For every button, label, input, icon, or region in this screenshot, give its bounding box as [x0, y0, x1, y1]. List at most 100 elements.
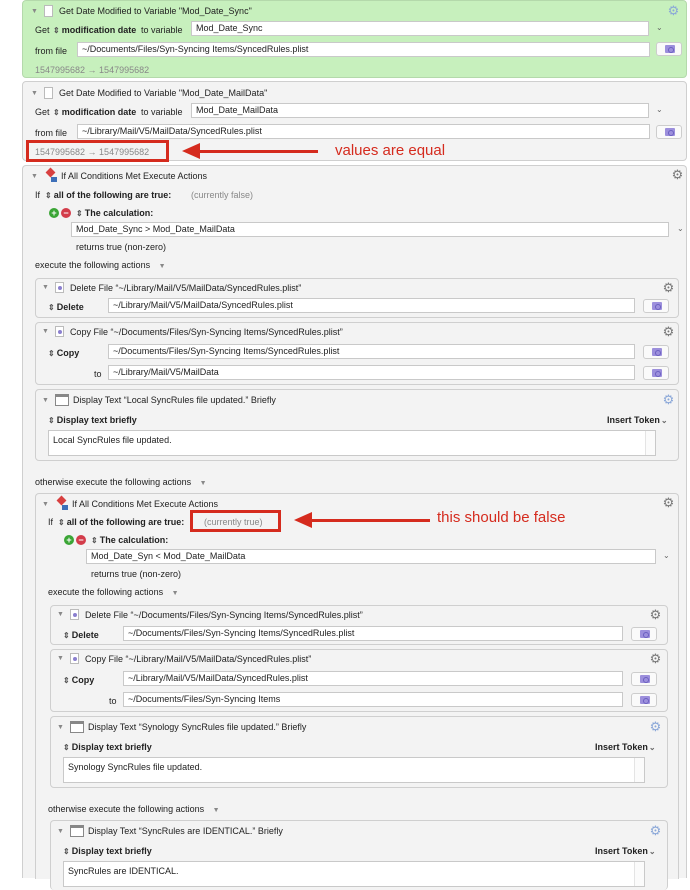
- condition-type-popup[interactable]: ⇕ The calculation:: [76, 208, 153, 218]
- display-text-area[interactable]: Synology SyncRules file updated.: [63, 757, 645, 783]
- disclosure-triangle-icon[interactable]: ▼: [200, 480, 207, 487]
- action-header[interactable]: ▼ Copy File “~/Documents/Files/Syn-Synci…: [42, 326, 343, 337]
- chevron-down-icon[interactable]: ⌄: [656, 105, 663, 114]
- action-header[interactable]: ▼ If All Conditions Met Execute Actions: [42, 497, 218, 511]
- copy-destination-field[interactable]: ~/Documents/Files/Syn-Syncing Items: [123, 692, 623, 707]
- disclosure-triangle-icon[interactable]: ▼: [213, 807, 220, 814]
- window-icon: [69, 825, 84, 837]
- gear-icon[interactable]: ⚙: [649, 824, 662, 837]
- display-mode-popup[interactable]: ⇕ Display text briefly: [63, 846, 152, 856]
- action-get-date-sync: ▼ Get Date Modified to Variable "Mod_Dat…: [22, 0, 687, 78]
- remove-condition-button[interactable]: −: [61, 208, 71, 218]
- action-header[interactable]: ▼ Delete File “~/Documents/Files/Syn-Syn…: [57, 609, 363, 620]
- disclosure-triangle-icon[interactable]: ▼: [42, 328, 49, 335]
- delete-path-field[interactable]: ~/Documents/Files/Syn-Syncing Items/Sync…: [123, 626, 623, 641]
- insert-token-menu[interactable]: Insert Token⌄: [607, 415, 668, 425]
- insert-token-menu[interactable]: Insert Token⌄: [595, 742, 656, 752]
- display-text-area[interactable]: Local SyncRules file updated.: [48, 430, 656, 456]
- chevron-down-icon[interactable]: ⌄: [663, 551, 670, 560]
- from-file-label: from file: [35, 46, 68, 56]
- delete-path-field[interactable]: ~/Library/Mail/V5/MailData/SyncedRules.p…: [108, 298, 635, 313]
- folder-button[interactable]: [656, 125, 682, 139]
- gear-icon[interactable]: ⚙: [662, 393, 675, 406]
- disclosure-triangle-icon[interactable]: ▼: [42, 284, 49, 291]
- gear-icon[interactable]: ⚙: [662, 496, 675, 509]
- updown-icon: ⇕: [48, 416, 55, 425]
- to-label: to: [109, 696, 117, 706]
- add-condition-button[interactable]: +: [49, 208, 59, 218]
- delete-popup[interactable]: ⇕ Delete: [48, 302, 84, 312]
- disclosure-triangle-icon[interactable]: ▼: [57, 724, 64, 731]
- scrollbar[interactable]: [645, 431, 655, 455]
- disclosure-triangle-icon[interactable]: ▼: [172, 590, 179, 597]
- annotation-box-equal: [26, 140, 169, 162]
- file-path-field[interactable]: ~/Library/Mail/V5/MailData/SyncedRules.p…: [77, 124, 650, 139]
- folder-button[interactable]: [631, 672, 657, 686]
- copy-popup[interactable]: ⇕ Copy: [63, 675, 94, 685]
- disclosure-triangle-icon[interactable]: ▼: [57, 655, 64, 662]
- condition-mode-popup[interactable]: ⇕ all of the following are true:: [58, 517, 184, 527]
- variable-field[interactable]: Mod_Date_MailData: [191, 103, 649, 118]
- scrollbar[interactable]: [634, 758, 644, 782]
- action-header[interactable]: ▼ Get Date Modified to Variable "Mod_Dat…: [31, 5, 252, 17]
- calculation-field[interactable]: Mod_Date_Syn < Mod_Date_MailData: [86, 549, 656, 564]
- copy-source-field[interactable]: ~/Library/Mail/V5/MailData/SyncedRules.p…: [123, 671, 623, 686]
- gear-icon[interactable]: ⚙: [662, 325, 675, 338]
- folder-button[interactable]: [631, 627, 657, 641]
- gear-icon[interactable]: ⚙: [649, 608, 662, 621]
- annotation-values-equal: values are equal: [335, 142, 446, 159]
- folder-button[interactable]: [643, 345, 669, 359]
- gear-icon[interactable]: ⚙: [662, 281, 675, 294]
- display-mode-popup[interactable]: ⇕ Display text briefly: [48, 415, 137, 425]
- copy-source-field[interactable]: ~/Documents/Files/Syn-Syncing Items/Sync…: [108, 344, 635, 359]
- get-label: Get: [35, 107, 50, 117]
- disclosure-triangle-icon[interactable]: ▼: [31, 173, 38, 180]
- variable-field[interactable]: Mod_Date_Sync: [191, 21, 649, 36]
- otherwise-label: otherwise execute the following actions …: [35, 477, 213, 487]
- disclosure-triangle-icon[interactable]: ▼: [57, 611, 64, 618]
- file-path-field[interactable]: ~/Documents/Files/Syn-Syncing Items/Sync…: [77, 42, 650, 57]
- disclosure-triangle-icon[interactable]: ▼: [31, 90, 38, 97]
- condition-type-popup[interactable]: ⇕ The calculation:: [91, 535, 168, 545]
- gear-icon[interactable]: ⚙: [667, 4, 680, 17]
- gear-icon[interactable]: ⚙: [649, 652, 662, 665]
- display-mode-popup[interactable]: ⇕ Display text briefly: [63, 742, 152, 752]
- chevron-down-icon[interactable]: ⌄: [677, 224, 684, 233]
- display-text-area[interactable]: SyncRules are IDENTICAL.: [63, 861, 645, 887]
- calculation-field[interactable]: Mod_Date_Sync > Mod_Date_MailData: [71, 222, 669, 237]
- condition-mode-popup[interactable]: ⇕ all of the following are true:: [45, 190, 171, 200]
- insert-token-menu[interactable]: Insert Token⌄: [595, 846, 656, 856]
- remove-condition-button[interactable]: −: [76, 535, 86, 545]
- gear-icon[interactable]: ⚙: [649, 720, 662, 733]
- add-condition-button[interactable]: +: [64, 535, 74, 545]
- disclosure-triangle-icon[interactable]: ▼: [31, 8, 38, 15]
- action-header[interactable]: ▼ Display Text “SyncRules are IDENTICAL.…: [57, 825, 283, 837]
- folder-button[interactable]: [656, 42, 682, 56]
- delete-popup[interactable]: ⇕ Delete: [63, 630, 99, 640]
- action-header[interactable]: ▼ Display Text “Local SyncRules file upd…: [42, 394, 276, 406]
- copy-popup[interactable]: ⇕ Copy: [48, 348, 79, 358]
- chevron-down-icon[interactable]: ⌄: [656, 23, 663, 32]
- disclosure-triangle-icon[interactable]: ▼: [42, 397, 49, 404]
- chevron-down-icon: ⌄: [660, 416, 668, 425]
- folder-button[interactable]: [643, 299, 669, 313]
- folder-button[interactable]: [631, 693, 657, 707]
- folder-button[interactable]: [643, 366, 669, 380]
- disclosure-triangle-icon[interactable]: ▼: [42, 501, 49, 508]
- file-script-icon: [54, 326, 64, 337]
- if-then-icon: [55, 497, 69, 511]
- action-header[interactable]: ▼ Display Text “Synology SyncRules file …: [57, 721, 306, 733]
- display-text-value: Synology SyncRules file updated.: [68, 762, 203, 772]
- gear-icon[interactable]: ⚙: [671, 168, 684, 181]
- disclosure-triangle-icon[interactable]: ▼: [57, 828, 64, 835]
- action-header[interactable]: ▼ If All Conditions Met Execute Actions: [31, 169, 207, 183]
- action-header[interactable]: ▼ Delete File “~/Library/Mail/V5/MailDat…: [42, 282, 301, 293]
- attribute-popup[interactable]: ⇕ modification date: [53, 25, 136, 35]
- copy-destination-field[interactable]: ~/Library/Mail/V5/MailData: [108, 365, 635, 380]
- scrollbar[interactable]: [634, 862, 644, 886]
- disclosure-triangle-icon[interactable]: ▼: [159, 263, 166, 270]
- action-header[interactable]: ▼ Copy File “~/Library/Mail/V5/MailData/…: [57, 653, 311, 664]
- action-header[interactable]: ▼ Get Date Modified to Variable "Mod_Dat…: [31, 87, 267, 99]
- attribute-popup[interactable]: ⇕ modification date: [53, 107, 136, 117]
- display-text-value: Local SyncRules file updated.: [53, 435, 172, 445]
